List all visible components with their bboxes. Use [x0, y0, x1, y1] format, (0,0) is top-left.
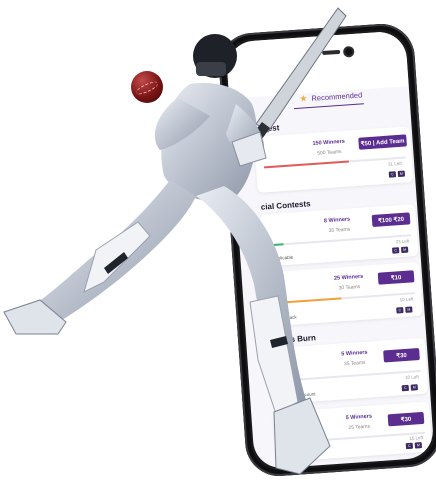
cricket-player-illustration [3, 7, 347, 475]
hero-illustration: ★ Recommended ontest 150 Winners 500 Tea… [0, 0, 436, 491]
front-shoe [273, 397, 331, 475]
helmet-grill [196, 62, 226, 76]
cricket-bat [255, 7, 347, 133]
